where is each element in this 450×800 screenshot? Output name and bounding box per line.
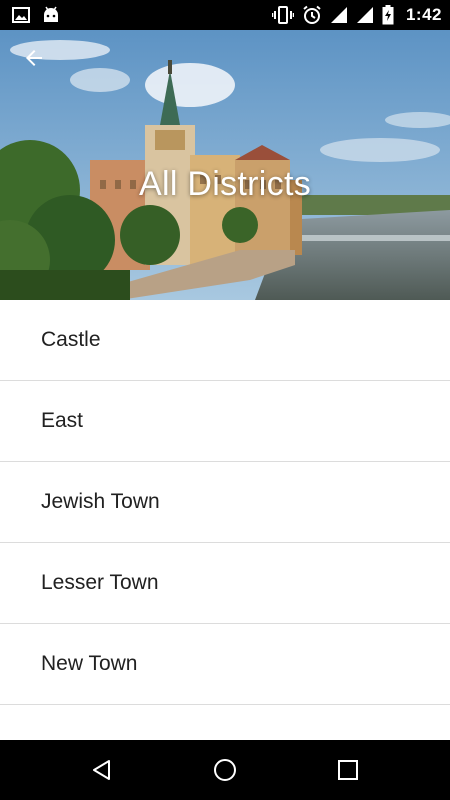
recents-square-icon [338,760,359,780]
status-right: 1:42 [271,5,442,25]
status-left [12,6,60,24]
hero-header: All Districts [0,30,450,300]
image-icon [12,7,30,23]
nav-home-button[interactable] [195,740,255,800]
signal-icon [330,6,348,24]
android-icon [42,6,60,24]
list-item-castle[interactable]: Castle [0,300,450,381]
alarm-icon [302,5,322,25]
list-item-east[interactable]: East [0,381,450,462]
district-list: Castle East Jewish Town Lesser Town New … [0,300,450,705]
battery-charging-icon [382,5,394,25]
list-item-lesser-town[interactable]: Lesser Town [0,543,450,624]
list-item-jewish-town[interactable]: Jewish Town [0,462,450,543]
signal-icon [356,6,374,24]
list-item-new-town[interactable]: New Town [0,624,450,705]
nav-back-button[interactable] [72,740,132,800]
status-bar: 1:42 [0,0,450,30]
page-title: All Districts [138,165,311,203]
system-nav-bar [0,740,450,800]
nav-recents-button[interactable] [318,740,378,800]
home-circle-icon [213,759,236,781]
back-button[interactable] [14,42,54,74]
arrow-back-icon [26,50,42,66]
vibrate-icon [271,6,294,24]
status-clock: 1:42 [405,5,442,24]
back-triangle-icon [92,760,110,780]
